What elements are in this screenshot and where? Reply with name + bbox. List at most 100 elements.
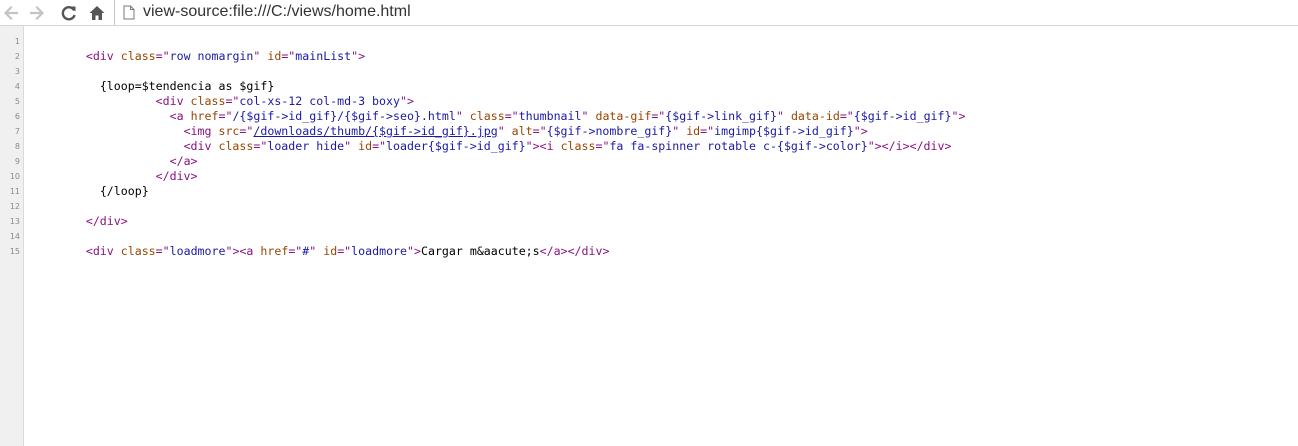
text-token: {loop=$tendencia as $gif} [99,79,275,93]
source-line: 5 <div class="col-xs-12 col-md-3 boxy"> [0,94,1298,109]
line-number: 13 [9,217,20,226]
line-number: 14 [9,232,20,241]
html-tag-token: <img [183,124,219,138]
line-number: 2 [14,52,20,61]
html-tag-token: "> [867,139,882,153]
html-tag-token: " [309,244,324,258]
url-text[interactable]: view-source:file:///C:/views/home.html [143,3,411,21]
html-tag-token: </div> [85,214,128,228]
source-line: 11 {/loop} [0,184,1298,199]
html-tag-token: =" [288,244,303,258]
html-tag-token: </div> [567,244,610,258]
source-view: 12 <div class="row nomargin" id="mainLis… [0,26,1298,446]
back-button[interactable] [0,2,22,24]
attribute-value-token: /{$gif->id_gif}/{$gif->seo}.html [232,109,456,123]
attribute-value-token: {$gif->nombre_gif} [546,124,673,138]
text-token: Cargar m&aacute;s [420,244,540,258]
home-button[interactable] [86,2,108,24]
html-tag-token: =" [595,139,610,153]
html-tag-token: </div> [909,139,952,153]
html-tag-token: =" [839,109,854,123]
line-number: 5 [14,97,20,106]
html-tag-token: =" [218,109,233,123]
attribute-value-token: fa fa-spinner rotable c-{$gif->color} [609,139,868,153]
code-text: <div class="loader hide" id="loader{$gif… [30,139,952,154]
attribute-name-token: class [120,49,156,63]
html-tag-token: =" [239,124,254,138]
html-tag-token: =" [651,109,666,123]
code-text: <div class="loadmore"><a href="#" id="lo… [30,244,610,259]
source-line: 14 [0,229,1298,244]
attribute-name-token: id [358,139,373,153]
address-bar[interactable]: view-source:file:///C:/views/home.html [114,0,1298,25]
reload-button[interactable] [58,2,80,24]
code-text: {loop=$tendencia as $gif} [30,79,275,94]
html-tag-token: =" [504,109,519,123]
attribute-name-token: href [260,244,289,258]
attribute-name-token: id [686,124,701,138]
text-token: {/loop} [99,184,149,198]
home-icon [89,6,105,20]
html-tag-token: </div> [155,169,198,183]
attribute-name-token: class [560,139,596,153]
html-tag-token: " [776,109,791,123]
html-tag-token: "> [407,244,421,258]
html-tag-token: "> [951,109,966,123]
back-arrow-icon [3,5,19,21]
line-number: 4 [14,82,20,91]
attribute-value-token: {$gif->link_gif} [665,109,777,123]
code-text: <div class="col-xs-12 col-md-3 boxy"> [30,94,414,109]
code-text: </div> [30,169,198,184]
line-number: 10 [9,172,20,181]
html-tag-token: <a [169,109,191,123]
html-tag-token: <div [155,94,191,108]
html-tag-token: "> [225,244,240,258]
source-line: 2 <div class="row nomargin" id="mainList… [0,49,1298,64]
forward-button[interactable] [26,2,48,24]
attribute-name-token: data-id [790,109,840,123]
line-number: 8 [14,142,20,151]
html-tag-token: =" [281,49,296,63]
html-tag-token: </a> [169,154,198,168]
html-tag-token: =" [253,139,268,153]
attribute-value-token: loader{$gif->id_gif} [386,139,526,153]
source-line: 15 <div class="loadmore"><a href="#" id=… [0,244,1298,259]
attribute-value-token: {$gif->id_gif} [853,109,952,123]
line-number: 1 [14,37,20,46]
html-tag-token: " [672,124,687,138]
line-number: 11 [9,187,20,196]
source-line: 6 <a href="/{$gif->id_gif}/{$gif->seo}.h… [0,109,1298,124]
html-tag-token: =" [225,94,240,108]
html-tag-token: =" [372,139,387,153]
attribute-value-token: mainList [295,49,352,63]
attribute-name-token: data-gif [595,109,652,123]
html-tag-token: =" [700,124,715,138]
source-link[interactable]: /downloads/thumb/{$gif->id_gif}.jpg [253,124,497,138]
attribute-name-token: id [323,244,338,258]
line-number: 9 [14,157,20,166]
source-line: 9 </a> [0,154,1298,169]
source-line: 4 {loop=$tendencia as $gif} [0,79,1298,94]
attribute-value-token: col-xs-12 col-md-3 boxy [239,94,400,108]
html-tag-token: =" [532,124,547,138]
line-number: 6 [14,112,20,121]
attribute-name-token: class [469,109,505,123]
source-line: 1 [0,34,1298,49]
line-number: 3 [14,67,20,76]
code-text: <a href="/{$gif->id_gif}/{$gif->seo}.htm… [30,109,966,124]
html-tag-token: "> [853,124,868,138]
html-tag-token: </a> [539,244,568,258]
attribute-value-token: loader hide [267,139,345,153]
forward-arrow-icon [29,5,45,21]
code-text: {/loop} [30,184,149,199]
source-line: 8 <div class="loader hide" id="loader{$g… [0,139,1298,154]
attribute-value-token: imgimp{$gif->id_gif} [714,124,854,138]
page-icon [123,5,135,20]
html-tag-token: <i [539,139,561,153]
html-tag-token: =" [337,244,352,258]
